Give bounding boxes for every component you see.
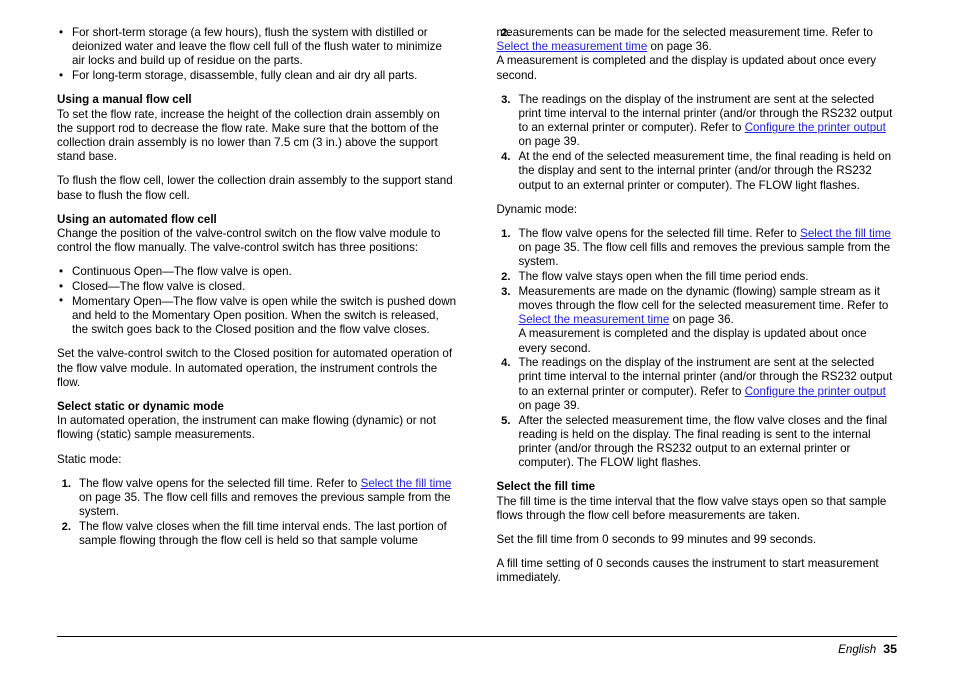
- step-text-before: Measurements are made on the dynamic (fl…: [518, 284, 889, 312]
- two-column-body: For short-term storage (a few hours), fl…: [57, 26, 897, 596]
- list-item: After the selected measurement time, the…: [497, 414, 898, 471]
- step-text-before: The flow valve opens for the selected fi…: [518, 226, 801, 240]
- footer-language: English: [838, 643, 877, 656]
- step-text-after: on page 39.: [518, 398, 580, 412]
- left-column: For short-term storage (a few hours), fl…: [57, 26, 458, 596]
- dynamic-mode-steps: The flow valve opens for the selected fi…: [497, 227, 898, 470]
- switch-positions-list: Continuous Open—The flow valve is open. …: [57, 265, 458, 337]
- storage-bullet-list: For short-term storage (a few hours), fl…: [57, 26, 458, 84]
- step-text-after: on page 35. The flow cell fills and remo…: [79, 490, 451, 519]
- static-mode-steps-continued: measurements can be made for the selecte…: [497, 26, 898, 83]
- step-text-after: on page 39.: [518, 135, 580, 149]
- static-mode-steps-3-4: The readings on the display of the instr…: [497, 93, 898, 193]
- step-text-after: on page 36.: [669, 313, 734, 327]
- step-text-before: The flow valve stays open when the fill …: [518, 270, 809, 284]
- list-item: The readings on the display of the instr…: [497, 93, 898, 150]
- list-item: The flow valve opens for the selected fi…: [57, 477, 458, 520]
- label-static-mode: Static mode:: [57, 452, 122, 466]
- page-footer: English 35: [838, 642, 897, 657]
- step-extra-line: A measurement is completed and the displ…: [518, 327, 867, 355]
- list-item: At the end of the selected measurement t…: [497, 150, 898, 193]
- footer-page-number: 35: [883, 642, 897, 656]
- list-item: The flow valve opens for the selected fi…: [497, 227, 898, 270]
- document-page: For short-term storage (a few hours), fl…: [0, 0, 954, 673]
- footer-divider: [57, 636, 897, 637]
- label-dynamic-mode: Dynamic mode:: [496, 202, 578, 216]
- list-item: Closed—The flow valve is closed.: [57, 280, 458, 294]
- step-text-after: on page 35. The flow cell fills and remo…: [518, 241, 891, 269]
- cross-reference-link[interactable]: Configure the printer output: [745, 121, 886, 134]
- paragraph-static-dynamic-intro: In automated operation, the instrument c…: [57, 414, 436, 442]
- step-text-before: The flow valve closes when the fill time…: [79, 519, 447, 548]
- step-text: At the end of the selected measurement t…: [518, 150, 892, 192]
- step-text-after: on page 36.: [647, 40, 712, 54]
- list-item: The readings on the display of the instr…: [497, 356, 898, 413]
- heading-select-static-or-dynamic-mode: Select static or dynamic mode: [57, 399, 224, 413]
- paragraph-valve-control-switch: Change the position of the valve-control…: [57, 226, 441, 255]
- paragraph-automated-operation: Set the valve-control switch to the Clos…: [57, 347, 453, 389]
- cross-reference-link[interactable]: Select the fill time: [800, 227, 891, 240]
- list-item: Measurements are made on the dynamic (fl…: [497, 285, 898, 356]
- static-mode-steps: The flow valve opens for the selected fi…: [57, 477, 458, 549]
- heading-select-the-fill-time: Select the fill time: [496, 480, 596, 494]
- step-continuation: measurements can be made for the selecte…: [497, 26, 898, 83]
- paragraph-fill-time-range: Set the fill time from 0 seconds to 99 m…: [496, 533, 817, 546]
- right-column: measurements can be made for the selecte…: [497, 26, 898, 596]
- step-text-before: The flow valve opens for the selected fi…: [79, 476, 361, 490]
- list-item: Momentary Open—The flow valve is open wh…: [57, 294, 458, 338]
- step-text-before: After the selected measurement time, the…: [518, 413, 888, 470]
- step-extra-line: A measurement is completed and the displ…: [496, 54, 877, 82]
- list-item: For long-term storage, disassemble, full…: [57, 69, 458, 83]
- list-item: Continuous Open—The flow valve is open.: [57, 265, 458, 279]
- cross-reference-link[interactable]: Select the measurement time: [497, 40, 648, 53]
- list-item: For short-term storage (a few hours), fl…: [57, 26, 458, 69]
- list-item: The flow valve stays open when the fill …: [497, 270, 898, 284]
- cross-reference-link[interactable]: Select the fill time: [361, 477, 452, 490]
- paragraph-fill-time-definition: The fill time is the time interval that …: [496, 494, 887, 522]
- cross-reference-link[interactable]: Select the measurement time: [519, 313, 670, 326]
- heading-using-automated-flow-cell: Using an automated flow cell: [57, 212, 217, 226]
- step-text-before: measurements can be made for the selecte…: [496, 26, 873, 39]
- heading-using-manual-flow-cell: Using a manual flow cell: [57, 93, 192, 107]
- cross-reference-link[interactable]: Configure the printer output: [745, 385, 886, 398]
- paragraph-manual-flow-rate: To set the flow rate, increase the heigh…: [57, 107, 440, 164]
- list-item: The flow valve closes when the fill time…: [57, 520, 458, 548]
- paragraph-fill-time-zero: A fill time setting of 0 seconds causes …: [496, 557, 879, 585]
- paragraph-manual-flush: To flush the flow cell, lower the collec…: [57, 174, 453, 202]
